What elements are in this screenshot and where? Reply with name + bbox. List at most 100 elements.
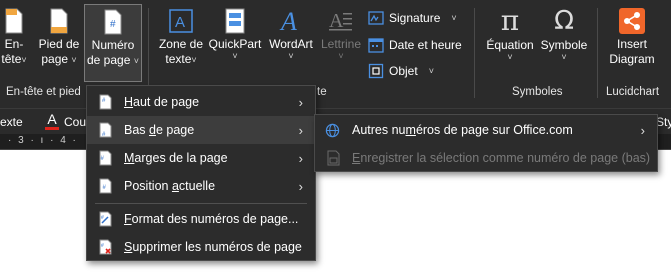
insert-diagram-button[interactable]: Insert Diagram xyxy=(604,8,660,67)
numero-de-page-menu: # Haut de page › # Bas de page › # Marge… xyxy=(86,85,316,261)
wordart-icon: A xyxy=(279,8,297,34)
chevron-right-icon: › xyxy=(298,122,303,138)
svg-text:A: A xyxy=(329,10,344,32)
save-selection-icon xyxy=(327,150,340,166)
pied-label-2: page ˅ xyxy=(41,52,77,66)
insert-label-1: Insert xyxy=(616,37,647,51)
equation-chevron-icon: ˅ xyxy=(507,52,513,62)
chevron-right-icon: › xyxy=(298,178,303,194)
insert-label-2: Diagram xyxy=(609,52,655,66)
page-margins-icon: # xyxy=(99,150,112,166)
lucidchart-icon xyxy=(619,8,645,34)
pied-label-1: Pied de xyxy=(38,37,80,51)
objet-label: Objet xyxy=(389,64,418,78)
group-label-symboles: Symboles xyxy=(512,86,563,98)
font-color-icon: A xyxy=(47,111,57,127)
group-label-entete-pied: En-tête et pied xyxy=(6,86,81,98)
font-color-swatch xyxy=(45,127,59,130)
current-position-icon: # xyxy=(99,178,112,194)
submenu-item-label: Autres numéros de page sur Office.com xyxy=(352,123,573,137)
menu-item-position-actuelle[interactable]: # Position actuelle › xyxy=(87,172,315,200)
page-bottom-icon: # xyxy=(99,122,112,138)
svg-text:#: # xyxy=(110,19,116,30)
omega-icon: Ω xyxy=(554,6,574,36)
menu-item-format-numeros[interactable]: # Format des numéros de page... xyxy=(87,205,315,233)
page-top-icon: # xyxy=(99,94,112,110)
symbole-chevron-icon: ˅ xyxy=(561,52,567,62)
ruler-marks: · 3 · ı · 4 · xyxy=(8,135,78,146)
wordart-chevron-icon: ˅ xyxy=(288,51,294,61)
signature-button[interactable]: Signature ˅ xyxy=(368,10,457,26)
entete-button[interactable]: En- tête˅ xyxy=(0,8,28,67)
numero-label-1: Numéro xyxy=(91,38,135,52)
zone-label-2: texte˅ xyxy=(165,52,197,66)
textbox-icon: A xyxy=(169,9,193,33)
svg-text:A: A xyxy=(175,14,185,31)
numero-label-2: de page ˅ xyxy=(87,53,139,67)
zone-de-texte-button[interactable]: A Zone de texte˅ xyxy=(156,8,206,67)
calendar-icon xyxy=(368,38,384,53)
signature-chevron-icon: ˅ xyxy=(451,12,457,23)
wordart-label: WordArt xyxy=(269,37,313,51)
menu-item-label: Haut de page xyxy=(124,95,200,109)
menu-item-haut-de-page[interactable]: # Haut de page › xyxy=(87,88,315,116)
numero-de-page-button[interactable]: # Numéro de page ˅ xyxy=(84,4,142,82)
menu-item-bas-de-page[interactable]: # Bas de page › xyxy=(87,116,315,144)
entete-label-2: tête˅ xyxy=(1,52,27,66)
submenu-item-label: Enregistrer la sélection comme numéro de… xyxy=(352,151,651,165)
ribbon-separator xyxy=(474,8,475,98)
remove-page-numbers-icon: # xyxy=(99,239,112,255)
objet-button[interactable]: Objet ˅ xyxy=(368,63,434,79)
header-icon xyxy=(5,8,23,34)
ribbon-separator xyxy=(597,8,598,98)
lettrine-chevron-icon: ˅ xyxy=(338,51,344,61)
symbole-label: Symbole xyxy=(540,38,588,52)
menu-item-label: Position actuelle xyxy=(124,179,216,193)
chevron-right-icon: › xyxy=(298,150,303,166)
symbole-button[interactable]: Ω Symbole ˅ xyxy=(538,6,590,62)
quickpart-button[interactable]: QuickPart ˅ xyxy=(208,8,262,61)
object-icon xyxy=(368,63,384,79)
menu-item-label: Bas de page xyxy=(124,123,195,137)
svg-text:#: # xyxy=(101,243,104,249)
date-heure-button[interactable]: Date et heure xyxy=(368,37,462,53)
equation-label: Équation xyxy=(486,38,534,52)
style-text-trunc[interactable]: exte xyxy=(0,115,23,129)
format-page-numbers-icon: # xyxy=(99,211,112,227)
quickpart-icon xyxy=(225,8,245,34)
submenu-item-enregistrer-selection: Enregistrer la sélection comme numéro de… xyxy=(315,144,657,172)
signature-label: Signature xyxy=(389,11,441,25)
submenu-item-autres-numeros-office[interactable]: Autres numéros de page sur Office.com › xyxy=(315,116,657,144)
entete-label-1: En- xyxy=(4,37,24,51)
date-heure-label: Date et heure xyxy=(389,38,462,52)
zone-label-1: Zone de xyxy=(158,37,204,51)
wordart-button[interactable]: A WordArt ˅ xyxy=(266,8,316,61)
objet-chevron-icon: ˅ xyxy=(428,65,434,76)
page-number-icon: # xyxy=(104,9,122,35)
menu-item-supprimer-numeros[interactable]: # Supprimer les numéros de page xyxy=(87,233,315,261)
footer-icon xyxy=(50,8,68,34)
pi-icon: π xyxy=(500,4,520,37)
group-label-texte: te xyxy=(317,86,327,98)
styles-label-trunc[interactable]: Sty xyxy=(656,115,671,129)
lettrine-label: Lettrine xyxy=(320,37,362,51)
menu-item-label: Supprimer les numéros de page xyxy=(124,240,302,254)
signature-icon xyxy=(368,11,384,25)
equation-button[interactable]: π Équation ˅ xyxy=(482,6,538,62)
svg-text:#: # xyxy=(101,215,104,221)
globe-icon xyxy=(325,123,340,138)
menu-item-label: Marges de la page xyxy=(124,151,228,165)
bas-de-page-submenu: Autres numéros de page sur Office.com › … xyxy=(314,114,658,172)
quickpart-chevron-icon: ˅ xyxy=(232,51,238,61)
pied-de-page-button[interactable]: Pied de page ˅ xyxy=(36,8,82,67)
lettrine-button[interactable]: A Lettrine ˅ xyxy=(318,8,364,61)
menu-separator xyxy=(95,203,307,204)
group-label-lucidchart: Lucidchart xyxy=(606,86,660,98)
font-color-label-trunc: Cou xyxy=(64,115,87,129)
menu-item-marges-de-la-page[interactable]: # Marges de la page › xyxy=(87,144,315,172)
chevron-right-icon: › xyxy=(640,122,645,138)
font-color-button[interactable]: A xyxy=(44,112,60,130)
drop-cap-icon: A xyxy=(329,10,352,32)
svg-text:A: A xyxy=(279,8,297,34)
menu-item-label: Format des numéros de page... xyxy=(124,212,299,226)
